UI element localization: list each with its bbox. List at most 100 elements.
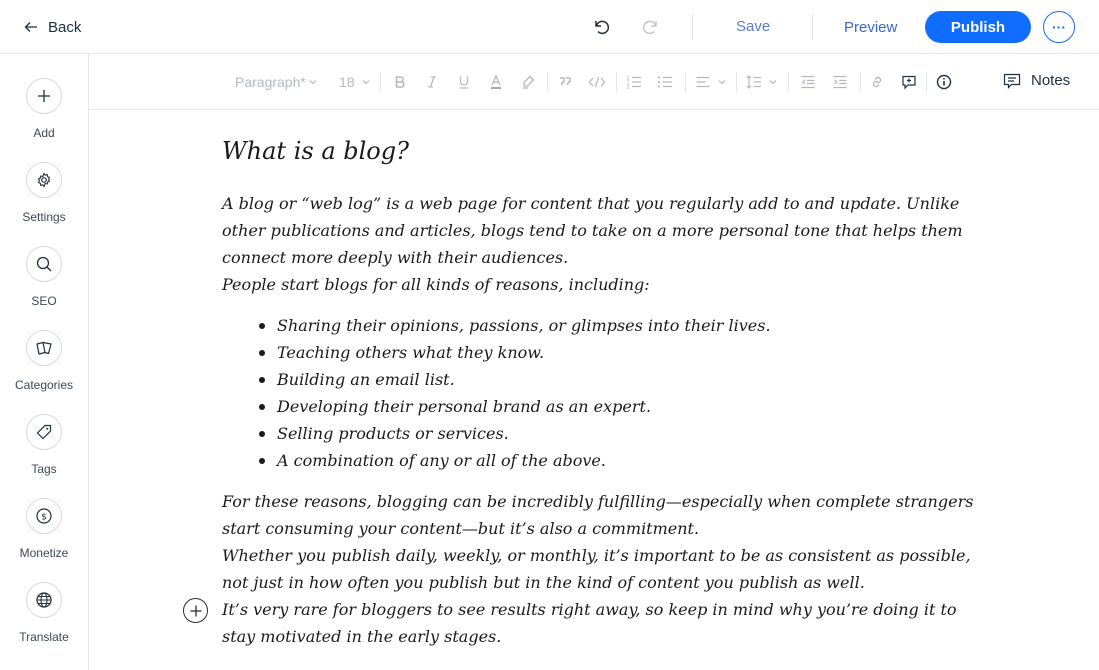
toolbar-divider: [860, 72, 861, 92]
sidebar-item-tags[interactable]: Tags: [0, 414, 88, 476]
gear-icon: [37, 172, 51, 188]
paragraph-style-dropdown[interactable]: Paragraph*: [235, 72, 318, 92]
preview-button[interactable]: Preview: [844, 19, 897, 36]
bold-icon: [395, 76, 405, 88]
line-spacing-icon: [746, 75, 761, 89]
redo-icon: [642, 20, 657, 35]
info-icon: [936, 74, 952, 90]
quote-button[interactable]: [557, 72, 573, 92]
formatting-toolbar: Paragraph* 18 123 Notes: [90, 54, 1099, 110]
sidebar-settings-circle[interactable]: [26, 162, 62, 198]
notes-button[interactable]: Notes: [1003, 72, 1070, 89]
text-color-icon: [491, 74, 501, 89]
chevron-down-icon: [718, 80, 726, 85]
line-spacing-dropdown[interactable]: [746, 72, 778, 92]
add-block-button[interactable]: [183, 598, 208, 623]
toolbar-divider: [380, 72, 381, 92]
list-item[interactable]: Building an email list.: [259, 366, 982, 393]
svg-text:$: $: [41, 513, 47, 523]
sidebar-item-add[interactable]: Add: [0, 78, 88, 140]
underline-icon: [459, 76, 469, 89]
sidebar-seo-circle[interactable]: [26, 246, 62, 282]
numbered-list-icon: 123: [627, 76, 641, 90]
notes-label: Notes: [1031, 72, 1071, 89]
back-label: Back: [48, 18, 82, 36]
paragraph[interactable]: People start blogs for all kinds of reas…: [222, 271, 982, 298]
sidebar-item-label: Tags: [31, 462, 57, 476]
add-comment-button[interactable]: [901, 72, 917, 92]
tag-icon: [36, 424, 52, 440]
paragraph[interactable]: For these reasons, blogging can be incre…: [222, 488, 982, 542]
save-button[interactable]: Save: [736, 18, 770, 35]
chevron-down-icon: [309, 80, 317, 85]
search-icon: [36, 256, 52, 272]
chevron-down-icon: [362, 80, 370, 85]
sidebar-item-categories[interactable]: Categories: [0, 330, 88, 392]
info-button[interactable]: [936, 72, 952, 92]
post-editor[interactable]: What is a blog? A blog or “web log” is a…: [222, 130, 982, 650]
sidebar-item-label: Categories: [14, 378, 74, 392]
link-icon: [872, 76, 882, 88]
more-options-button[interactable]: ···: [1043, 11, 1075, 43]
list-item[interactable]: Selling products or services.: [259, 420, 982, 447]
toolbar-divider: [788, 72, 789, 92]
sidebar-item-seo[interactable]: SEO: [0, 246, 88, 308]
paragraph[interactable]: A blog or “web log” is a web page for co…: [222, 190, 982, 271]
post-title[interactable]: What is a blog?: [222, 130, 982, 176]
sidebar-add-circle[interactable]: [26, 78, 62, 114]
chevron-down-icon: [769, 80, 777, 85]
decrease-indent-button[interactable]: [800, 72, 816, 92]
link-button[interactable]: [869, 72, 885, 92]
list-item[interactable]: Developing their personal brand as an ex…: [259, 393, 982, 420]
list-item[interactable]: Sharing their opinions, passions, or gli…: [259, 312, 982, 339]
toolbar-divider: [616, 72, 617, 92]
text-color-button[interactable]: [488, 72, 504, 92]
redo-button[interactable]: [638, 15, 662, 39]
sidebar: Add Settings SEO Categories Tags $ Monet…: [0, 54, 89, 670]
sidebar-item-label: Settings: [22, 210, 66, 224]
bulleted-list-icon: [657, 76, 672, 88]
toolbar-divider: [926, 72, 927, 92]
globe-icon: [36, 592, 52, 608]
font-size-dropdown[interactable]: 18: [339, 72, 371, 92]
sidebar-item-settings[interactable]: Settings: [0, 162, 88, 224]
sidebar-item-label: Translate: [19, 630, 69, 644]
bold-button[interactable]: [392, 72, 408, 92]
paragraph[interactable]: Whether you publish daily, weekly, or mo…: [222, 542, 982, 596]
sidebar-item-label: SEO: [31, 294, 57, 308]
sidebar-translate-circle[interactable]: [26, 582, 62, 618]
undo-icon: [595, 20, 610, 35]
sidebar-monetize-circle[interactable]: $: [26, 498, 62, 534]
plus-icon: [38, 90, 50, 102]
highlight-button[interactable]: [520, 72, 536, 92]
font-size-value: 18: [339, 74, 355, 90]
underline-button[interactable]: [456, 72, 472, 92]
code-block-button[interactable]: [588, 72, 606, 92]
publish-button[interactable]: Publish: [925, 11, 1031, 43]
sidebar-item-monetize[interactable]: $ Monetize: [0, 498, 88, 560]
categories-icon: [36, 341, 52, 355]
top-bar: Back Save Preview Publish ···: [0, 0, 1099, 54]
sidebar-item-translate[interactable]: Translate: [0, 582, 88, 644]
list-item[interactable]: A combination of any or all of the above…: [259, 447, 982, 474]
paragraph[interactable]: It’s very rare for bloggers to see resul…: [222, 596, 982, 650]
sidebar-item-label: Add: [33, 126, 55, 140]
italic-icon: [428, 76, 436, 88]
more-options-icon: ···: [1052, 19, 1066, 35]
numbered-list-button[interactable]: 123: [626, 72, 642, 92]
list-item[interactable]: Teaching others what they know.: [259, 339, 982, 366]
back-button[interactable]: Back: [24, 17, 81, 37]
sidebar-categories-circle[interactable]: [26, 330, 62, 366]
toolbar-divider: [685, 72, 686, 92]
italic-button[interactable]: [424, 72, 440, 92]
sidebar-tags-circle[interactable]: [26, 414, 62, 450]
bulleted-list-button[interactable]: [657, 72, 673, 92]
toolbar-divider: [736, 72, 737, 92]
undo-button[interactable]: [590, 15, 614, 39]
notes-icon: [1003, 73, 1021, 89]
divider: [692, 14, 693, 40]
alignment-dropdown[interactable]: [695, 72, 727, 92]
dollar-icon: $: [36, 508, 52, 524]
increase-indent-button[interactable]: [832, 72, 848, 92]
code-icon: [588, 76, 606, 88]
